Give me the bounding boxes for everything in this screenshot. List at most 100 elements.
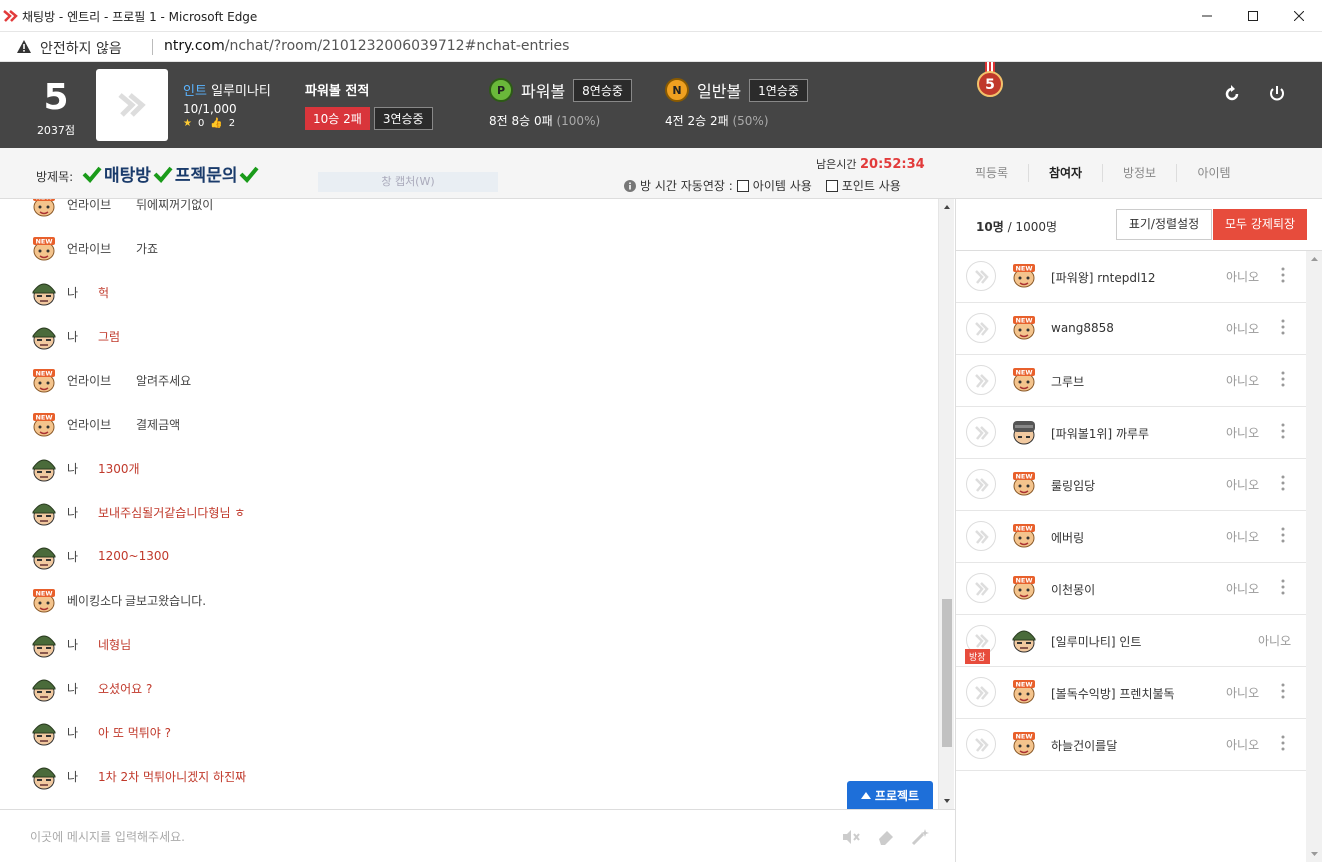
- participant-row[interactable]: NEW 에버링 아니오: [956, 511, 1306, 563]
- participant-name[interactable]: 에버링: [1051, 529, 1084, 546]
- participant-row[interactable]: NEW wang8858 아니오: [956, 303, 1306, 355]
- point-use-label[interactable]: 포인트 사용: [842, 177, 901, 194]
- chat-log[interactable]: NEW언라이브뒤에찌꺼기없이NEW언라이브가죠나헉나그럼NEW언라이브알려주세요…: [0, 199, 938, 809]
- new-user-avatar-icon[interactable]: NEW: [30, 234, 58, 262]
- scroll-up-icon[interactable]: [939, 201, 955, 213]
- participant-row[interactable]: [파워볼1위] 까루루 아니오: [956, 407, 1306, 459]
- participant-row[interactable]: NEW 하늘건이를달 아니오: [956, 719, 1306, 771]
- participant-ghost-icon[interactable]: [966, 521, 996, 551]
- participant-ghost-icon[interactable]: [966, 313, 996, 343]
- mute-icon[interactable]: [841, 828, 861, 846]
- chat-nickname[interactable]: 나: [67, 768, 98, 785]
- participant-name[interactable]: [파워볼1위] 까루루: [1051, 425, 1149, 442]
- participant-name[interactable]: [일루미나티] 인트: [1051, 633, 1141, 650]
- chat-scroll-thumb[interactable]: [942, 599, 952, 747]
- participant-row[interactable]: NEW 룰링임당 아니오: [956, 459, 1306, 511]
- more-options-icon[interactable]: [1278, 265, 1288, 285]
- more-options-icon[interactable]: [1278, 317, 1288, 337]
- item-use-checkbox[interactable]: [736, 179, 749, 192]
- more-options-icon[interactable]: [1278, 577, 1288, 597]
- display-sort-button[interactable]: 표기/정렬설정: [1116, 209, 1212, 240]
- participant-name[interactable]: [볼독수익방] 프렌치불독: [1051, 685, 1175, 702]
- scroll-up-icon[interactable]: [1306, 253, 1322, 265]
- chat-nickname[interactable]: 나: [67, 680, 98, 697]
- participant-ghost-icon[interactable]: [966, 729, 996, 759]
- participant-name[interactable]: [파워왕] rntepdl12: [1051, 269, 1156, 286]
- chat-nickname[interactable]: 나: [67, 460, 98, 477]
- participant-row[interactable]: NEW 이천몽이 아니오: [956, 563, 1306, 615]
- more-options-icon[interactable]: [1278, 681, 1288, 701]
- soldier-avatar-icon[interactable]: [30, 278, 58, 306]
- kick-all-button[interactable]: 모두 강제퇴장: [1213, 209, 1307, 240]
- more-options-icon[interactable]: [1278, 525, 1288, 545]
- project-button[interactable]: 프로젝트: [847, 781, 933, 809]
- new-user-avatar-icon[interactable]: NEW: [30, 199, 58, 218]
- address-bar[interactable]: 안전하지 않음 ntry.com/nchat/?room/21012320060…: [0, 32, 1322, 62]
- participant-ghost-icon[interactable]: [966, 417, 996, 447]
- participant-row[interactable]: NEW [볼독수익방] 프렌치불독 아니오: [956, 667, 1306, 719]
- info-icon[interactable]: [624, 179, 636, 192]
- more-options-icon[interactable]: [1278, 421, 1288, 441]
- new-user-avatar-icon[interactable]: NEW: [30, 410, 58, 438]
- magic-wand-icon[interactable]: [910, 828, 930, 846]
- more-options-icon[interactable]: [1278, 733, 1288, 753]
- participant-row[interactable]: NEW [파워왕] rntepdl12 아니오: [956, 251, 1306, 303]
- soldier-avatar-icon[interactable]: [30, 674, 58, 702]
- participant-ghost-icon[interactable]: [966, 261, 996, 291]
- chat-nickname[interactable]: 언라이브: [67, 416, 136, 433]
- tab-pick-register[interactable]: 픽등록: [955, 164, 1029, 182]
- power-icon[interactable]: [1267, 84, 1287, 104]
- soldier-avatar-icon[interactable]: [30, 542, 58, 570]
- chat-nickname[interactable]: 언라이브: [67, 199, 136, 213]
- chat-nickname[interactable]: 언라이브: [67, 372, 136, 389]
- more-options-icon[interactable]: [1278, 473, 1288, 493]
- participant-ghost-icon[interactable]: [966, 365, 996, 395]
- participant-name[interactable]: 하늘건이를달: [1051, 737, 1117, 754]
- tab-items[interactable]: 아이템: [1177, 164, 1251, 182]
- chat-nickname[interactable]: 나: [67, 284, 98, 301]
- refresh-icon[interactable]: [1222, 84, 1242, 104]
- chat-nickname[interactable]: 나: [67, 328, 98, 345]
- eraser-icon[interactable]: [876, 828, 896, 846]
- chat-nickname[interactable]: 언라이브: [67, 240, 136, 257]
- participant-ghost-icon[interactable]: [966, 469, 996, 499]
- participants-scrollbar[interactable]: [1306, 251, 1322, 862]
- participant-row[interactable]: 방장 [일루미나티] 인트 아니오: [956, 615, 1306, 667]
- item-use-label[interactable]: 아이템 사용: [753, 177, 812, 194]
- url-text[interactable]: ntry.com/nchat/?room/2101232006039712#nc…: [164, 38, 569, 54]
- tab-participants[interactable]: 참여자: [1029, 164, 1103, 182]
- soldier-avatar-icon[interactable]: [30, 718, 58, 746]
- maximize-button[interactable]: [1230, 0, 1276, 32]
- chat-nickname[interactable]: 나: [67, 636, 98, 653]
- chat-nickname[interactable]: 나: [67, 724, 98, 741]
- profile-avatar[interactable]: [96, 69, 168, 141]
- new-user-avatar-icon[interactable]: NEW: [30, 586, 58, 614]
- message-input[interactable]: 이곳에 메시지를 입력해주세요.: [30, 828, 185, 845]
- participant-row[interactable]: NEW 그루브 아니오: [956, 355, 1306, 407]
- chat-scrollbar[interactable]: [938, 199, 954, 809]
- chat-nickname[interactable]: 나: [67, 504, 98, 521]
- soldier-avatar-icon[interactable]: [30, 630, 58, 658]
- soldier-avatar-icon[interactable]: [30, 454, 58, 482]
- participant-name[interactable]: 이천몽이: [1051, 581, 1095, 598]
- participant-ghost-icon[interactable]: [966, 677, 996, 707]
- participant-name[interactable]: 그루브: [1051, 373, 1084, 390]
- soldier-avatar-icon[interactable]: [30, 762, 58, 790]
- chat-nickname[interactable]: 나: [67, 548, 98, 565]
- scroll-down-icon[interactable]: [1306, 848, 1322, 860]
- new-user-avatar-icon[interactable]: NEW: [30, 366, 58, 394]
- chat-nickname[interactable]: 베이킹소다: [67, 592, 125, 609]
- tab-room-info[interactable]: 방정보: [1103, 164, 1177, 182]
- participant-name[interactable]: 룰링임당: [1051, 477, 1095, 494]
- level-medal-icon[interactable]: 5: [976, 62, 1004, 100]
- soldier-avatar-icon[interactable]: [30, 322, 58, 350]
- participant-ghost-icon[interactable]: [966, 573, 996, 603]
- scroll-down-icon[interactable]: [939, 795, 955, 807]
- minimize-button[interactable]: [1184, 0, 1230, 32]
- more-options-icon[interactable]: [1278, 369, 1288, 389]
- side-tabs: 픽등록 참여자 방정보 아이템: [955, 148, 1322, 199]
- close-window-button[interactable]: [1276, 0, 1322, 32]
- soldier-avatar-icon[interactable]: [30, 498, 58, 526]
- participant-name[interactable]: wang8858: [1051, 321, 1114, 335]
- point-use-checkbox[interactable]: [825, 179, 838, 192]
